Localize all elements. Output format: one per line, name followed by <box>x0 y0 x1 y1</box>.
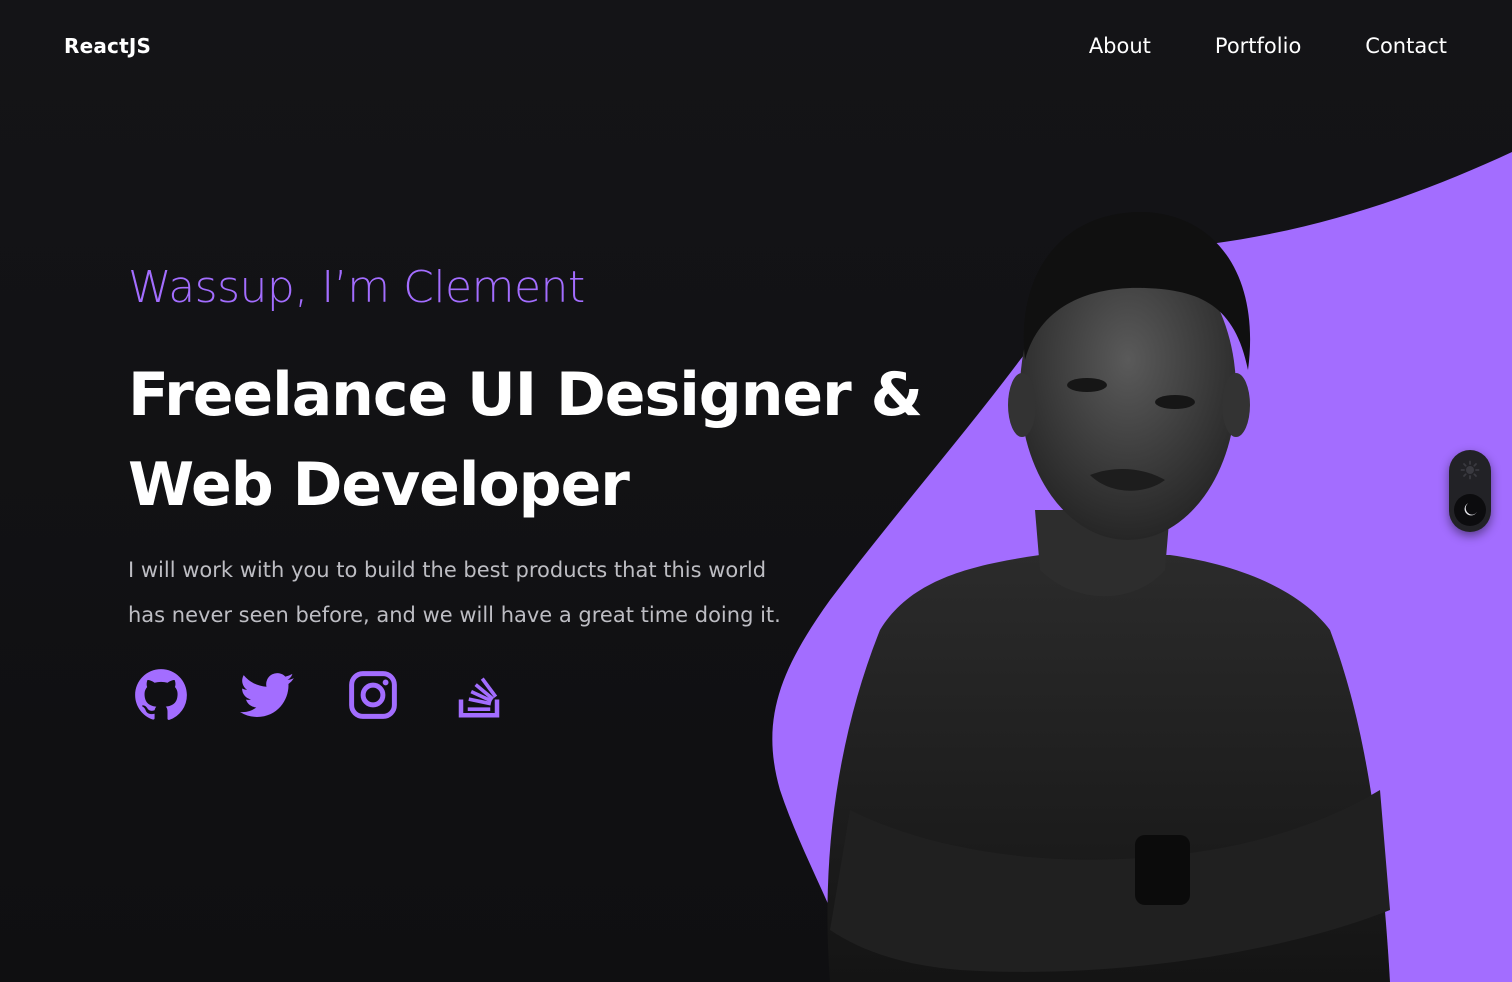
dark-mode-button[interactable] <box>1454 494 1486 526</box>
hero-headline-line-1: Freelance UI Designer & <box>128 360 923 430</box>
instagram-icon <box>349 671 397 719</box>
profile-photo <box>827 211 1390 982</box>
portfolio-page: ReactJS About Portfolio Contact Wassup, … <box>0 0 1512 982</box>
hero-description: I will work with you to build the best p… <box>128 558 781 627</box>
nav-item-portfolio[interactable]: Portfolio <box>1215 34 1301 58</box>
brand-logo[interactable]: ReactJS <box>64 34 151 58</box>
stackoverflow-icon <box>458 677 500 718</box>
theme-toggle <box>1449 450 1491 532</box>
hero-headline: Freelance UI Designer & Web Developer <box>128 350 923 530</box>
github-link[interactable] <box>134 668 188 722</box>
twitter-link[interactable] <box>240 668 294 722</box>
nav-item-about[interactable]: About <box>1089 34 1151 58</box>
twitter-icon <box>240 673 294 717</box>
instagram-link[interactable] <box>346 668 400 722</box>
sun-icon <box>1460 460 1480 480</box>
github-icon <box>135 669 187 720</box>
hero-greeting: Wassup, I’m Clement <box>128 262 585 313</box>
main-nav: About Portfolio Contact <box>1089 34 1447 58</box>
nav-item-contact[interactable]: Contact <box>1365 34 1447 58</box>
stackoverflow-link[interactable] <box>452 668 506 722</box>
light-mode-button[interactable] <box>1454 454 1486 486</box>
hero-headline-line-2: Web Developer <box>128 450 630 520</box>
social-links <box>134 668 506 722</box>
moon-icon <box>1464 503 1477 516</box>
